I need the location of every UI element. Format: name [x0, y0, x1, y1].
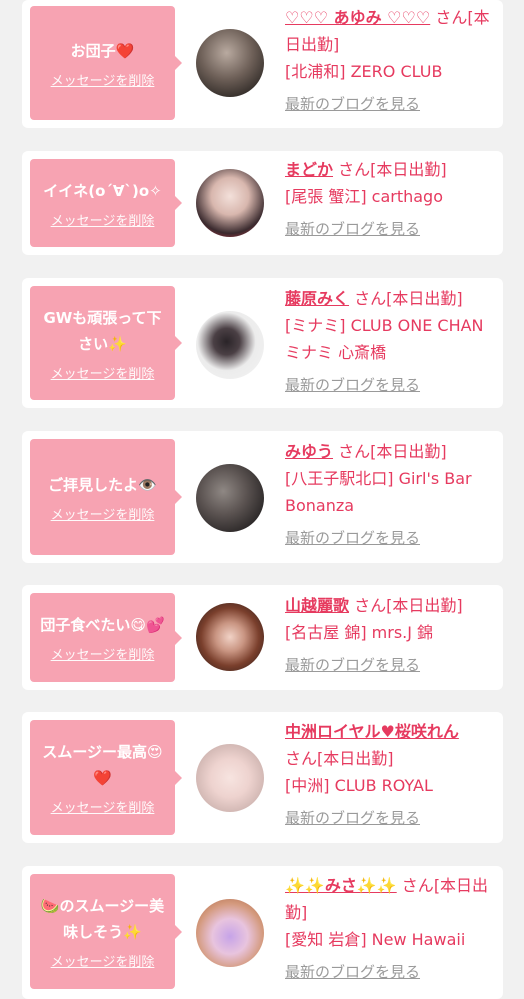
avatar[interactable] [196, 899, 264, 967]
girl-info: 中洲ロイヤル♥桜咲れん さん[本日出勤] [中洲] CLUB ROYAL 最新の… [285, 718, 499, 832]
work-status: [本日出勤] [386, 289, 463, 308]
girl-info: ♡♡♡ あゆみ ♡♡♡ さん[本日出勤] [北浦和] ZERO CLUB 最新の… [285, 4, 499, 118]
work-status: [本日出勤] [317, 749, 394, 768]
san-label: さん [285, 749, 318, 768]
message-bubble: 団子食べたい😋💕 メッセージを削除 [30, 593, 182, 682]
latest-blog-link[interactable]: 最新のブログを見る [285, 805, 499, 832]
avatar[interactable] [196, 311, 264, 379]
shop-info: [中洲] CLUB ROYAL [285, 776, 433, 795]
girl-info: 山越麗歌 さん[本日出勤] [名古屋 錦] mrs.J 錦 最新のブログを見る [285, 592, 499, 679]
girl-name-link[interactable]: まどか [285, 160, 333, 179]
avatar[interactable] [196, 744, 264, 812]
latest-blog-link[interactable]: 最新のブログを見る [285, 959, 499, 986]
message-text: ご拝見したよ👁️ [48, 475, 157, 494]
delete-message-link[interactable]: メッセージを削除 [51, 504, 155, 523]
shop-info: [愛知 岩倉] New Hawaii [285, 930, 466, 949]
message-bubble: スムージー最高😍❤️ メッセージを削除 [30, 720, 182, 835]
girl-name-link[interactable]: ♡♡♡ あゆみ ♡♡♡ [285, 8, 430, 27]
message-card: お団子❤️ メッセージを削除 ♡♡♡ あゆみ ♡♡♡ さん[本日出勤] [北浦和… [22, 0, 503, 128]
message-card: イイネ(o´∀`)o✧ メッセージを削除 まどか さん[本日出勤] [尾張 蟹江… [22, 151, 503, 255]
delete-message-link[interactable]: メッセージを削除 [51, 951, 155, 970]
san-label: さん [401, 876, 434, 895]
girl-info: 藤原みく さん[本日出勤] [ミナミ] CLUB ONE CHAN ミナミ 心斎… [285, 285, 499, 399]
message-card: ご拝見したよ👁️ メッセージを削除 みゆう さん[本日出勤] [八王子駅北口] … [22, 431, 503, 563]
message-card: スムージー最高😍❤️ メッセージを削除 中洲ロイヤル♥桜咲れん さん[本日出勤]… [22, 712, 503, 843]
girl-name-link[interactable]: 藤原みく [285, 289, 349, 308]
girl-info: まどか さん[本日出勤] [尾張 蟹江] carthago 最新のブログを見る [285, 156, 499, 243]
girl-name-link[interactable]: みゆう [285, 442, 333, 461]
girl-info: みゆう さん[本日出勤] [八王子駅北口] Girl's Bar Bonanza… [285, 438, 499, 552]
message-bubble: イイネ(o´∀`)o✧ メッセージを削除 [30, 159, 182, 247]
delete-message-link[interactable]: メッセージを削除 [51, 363, 155, 382]
shop-info: [ミナミ] CLUB ONE CHAN ミナミ 心斎橋 [285, 316, 484, 362]
message-text: 🍉のスムージー美味しそう✨ [40, 897, 165, 941]
shop-info: [名古屋 錦] mrs.J 錦 [285, 623, 434, 642]
work-status: [本日出勤] [370, 160, 447, 179]
shop-info: [八王子駅北口] Girl's Bar Bonanza [285, 469, 472, 515]
message-bubble: GWも頑張って下さい✨ メッセージを削除 [30, 286, 182, 400]
message-card: GWも頑張って下さい✨ メッセージを削除 藤原みく さん[本日出勤] [ミナミ]… [22, 278, 503, 408]
avatar[interactable] [196, 29, 264, 97]
latest-blog-link[interactable]: 最新のブログを見る [285, 525, 499, 552]
message-text: 団子食べたい😋💕 [40, 616, 165, 634]
message-text: お団子❤️ [70, 41, 135, 60]
message-bubble: 🍉のスムージー美味しそう✨ メッセージを削除 [30, 874, 182, 989]
message-bubble: お団子❤️ メッセージを削除 [30, 6, 182, 120]
message-text: スムージー最高😍❤️ [42, 743, 163, 787]
shop-info: [尾張 蟹江] carthago [285, 187, 444, 206]
san-label: さん [354, 596, 387, 615]
work-status: [本日出勤] [386, 596, 463, 615]
message-bubble: ご拝見したよ👁️ メッセージを削除 [30, 439, 182, 555]
shop-info: [北浦和] ZERO CLUB [285, 62, 443, 81]
avatar[interactable] [196, 603, 264, 671]
message-card: 🍉のスムージー美味しそう✨ メッセージを削除 ✨✨みさ✨✨ さん[本日出勤] [… [22, 866, 503, 999]
message-card: 団子食べたい😋💕 メッセージを削除 山越麗歌 さん[本日出勤] [名古屋 錦] … [22, 585, 503, 690]
message-list: お団子❤️ メッセージを削除 ♡♡♡ あゆみ ♡♡♡ さん[本日出勤] [北浦和… [0, 0, 524, 999]
san-label: さん [354, 289, 387, 308]
delete-message-link[interactable]: メッセージを削除 [51, 797, 155, 816]
message-text: イイネ(o´∀`)o✧ [43, 181, 162, 200]
latest-blog-link[interactable]: 最新のブログを見る [285, 372, 499, 399]
san-label: さん [338, 442, 371, 461]
girl-name-link[interactable]: 中洲ロイヤル♥桜咲れん [285, 722, 459, 741]
girl-name-link[interactable]: 山越麗歌 [285, 596, 349, 615]
delete-message-link[interactable]: メッセージを削除 [51, 70, 155, 89]
san-label: さん [338, 160, 371, 179]
girl-name-link[interactable]: ✨✨みさ✨✨ [285, 876, 397, 895]
avatar[interactable] [196, 169, 264, 237]
girl-info: ✨✨みさ✨✨ さん[本日出勤] [愛知 岩倉] New Hawaii 最新のブロ… [285, 872, 499, 986]
delete-message-link[interactable]: メッセージを削除 [51, 644, 155, 663]
work-status: [本日出勤] [370, 442, 447, 461]
san-label: さん [435, 8, 468, 27]
latest-blog-link[interactable]: 最新のブログを見る [285, 91, 499, 118]
latest-blog-link[interactable]: 最新のブログを見る [285, 652, 499, 679]
message-text: GWも頑張って下さい✨ [43, 308, 162, 353]
latest-blog-link[interactable]: 最新のブログを見る [285, 216, 499, 243]
avatar[interactable] [196, 464, 264, 532]
delete-message-link[interactable]: メッセージを削除 [51, 210, 155, 229]
